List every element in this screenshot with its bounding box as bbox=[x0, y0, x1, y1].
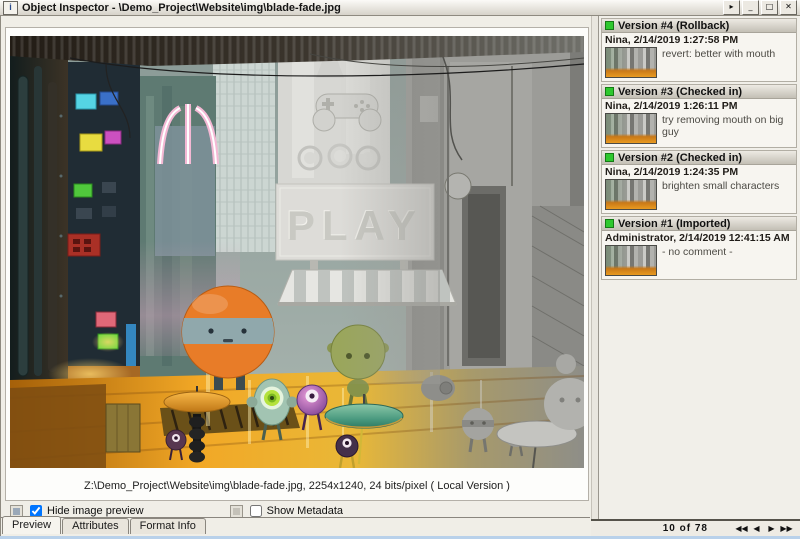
version-title: Version #2 (Checked in) bbox=[618, 152, 742, 164]
status-bar: 10 of 78 ◀◀ ◀ ▶ ▶▶ bbox=[591, 519, 800, 536]
tab-format-info[interactable]: Format Info bbox=[130, 518, 206, 534]
version-status-icon bbox=[605, 153, 614, 162]
version-card-header: Version #2 (Checked in) bbox=[602, 151, 796, 165]
version-comment: try removing mouth on big guy bbox=[662, 113, 793, 144]
metadata-icon[interactable] bbox=[230, 505, 243, 518]
version-card-body: try removing mouth on big guy bbox=[602, 112, 796, 147]
version-card[interactable]: Version #4 (Rollback) Nina, 2/14/2019 1:… bbox=[601, 18, 797, 82]
version-card[interactable]: Version #1 (Imported) Administrator, 2/1… bbox=[601, 216, 797, 280]
image-preview: PLAY PLAY bbox=[10, 36, 584, 468]
version-title: Version #3 (Checked in) bbox=[618, 86, 742, 98]
version-comment: - no comment - bbox=[662, 245, 733, 276]
version-card-header: Version #4 (Rollback) bbox=[602, 19, 796, 33]
version-thumbnail[interactable] bbox=[605, 113, 657, 144]
maximize-button[interactable]: □ bbox=[761, 0, 778, 15]
version-title: Version #4 (Rollback) bbox=[618, 20, 729, 32]
version-author-line: Nina, 2/14/2019 1:24:35 PM bbox=[602, 165, 796, 178]
object-inspector-window: { "window": { "title": "Object Inspector… bbox=[0, 0, 800, 539]
first-version-button[interactable]: ◀◀ bbox=[734, 524, 749, 533]
info-icon: i bbox=[3, 1, 18, 15]
pager-position: 10 of 78 bbox=[663, 523, 708, 534]
version-title: Version #1 (Imported) bbox=[618, 218, 730, 230]
tab-attributes[interactable]: Attributes bbox=[62, 518, 128, 534]
version-card-body: revert: better with mouth bbox=[602, 46, 796, 81]
version-card[interactable]: Version #2 (Checked in) Nina, 2/14/2019 … bbox=[601, 150, 797, 214]
rollup-button[interactable]: ▸ bbox=[723, 0, 740, 15]
pager-buttons: ◀◀ ◀ ▶ ▶▶ bbox=[734, 524, 794, 533]
minimize-button[interactable]: _ bbox=[742, 0, 759, 15]
next-version-button[interactable]: ▶ bbox=[764, 524, 779, 533]
preview-panel: PLAY PLAY bbox=[5, 27, 589, 501]
close-button[interactable]: ✕ bbox=[780, 0, 797, 15]
window-title: Object Inspector - \Demo_Project\Website… bbox=[22, 2, 341, 14]
last-version-button[interactable]: ▶▶ bbox=[779, 524, 794, 533]
version-status-icon bbox=[605, 219, 614, 228]
previous-version-button[interactable]: ◀ bbox=[749, 524, 764, 533]
window-controls: ▸ _ □ ✕ bbox=[723, 0, 797, 15]
version-history-panel: Version #4 (Rollback) Nina, 2/14/2019 1:… bbox=[599, 16, 800, 521]
version-card-header: Version #3 (Checked in) bbox=[602, 85, 796, 99]
show-metadata-label: Show Metadata bbox=[267, 505, 343, 517]
grid-building bbox=[213, 60, 275, 252]
title-bar: i Object Inspector - \Demo_Project\Websi… bbox=[0, 0, 800, 16]
version-thumbnail[interactable] bbox=[605, 47, 657, 78]
version-thumbnail[interactable] bbox=[605, 179, 657, 210]
image-info-caption: Z:\Demo_Project\Website\img\blade-fade.j… bbox=[6, 480, 588, 492]
street-ground bbox=[10, 366, 584, 468]
version-card[interactable]: Version #3 (Checked in) Nina, 2/14/2019 … bbox=[601, 84, 797, 148]
version-status-icon bbox=[605, 21, 614, 30]
version-card-header: Version #1 (Imported) bbox=[602, 217, 796, 231]
version-card-body: brighten small characters bbox=[602, 178, 796, 213]
version-author-line: Nina, 2/14/2019 1:26:11 PM bbox=[602, 99, 796, 112]
version-card-body: - no comment - bbox=[602, 244, 796, 279]
version-comment: revert: better with mouth bbox=[662, 47, 775, 78]
show-metadata-checkbox[interactable] bbox=[250, 505, 262, 517]
version-comment: brighten small characters bbox=[662, 179, 779, 210]
version-author-line: Administrator, 2/14/2019 12:41:15 AM bbox=[602, 231, 796, 244]
color-fade-overlay bbox=[340, 36, 440, 384]
version-thumbnail[interactable] bbox=[605, 245, 657, 276]
tab-bar: Preview Attributes Format Info bbox=[2, 516, 207, 534]
version-status-icon bbox=[605, 87, 614, 96]
version-author-line: Nina, 2/14/2019 1:27:58 PM bbox=[602, 33, 796, 46]
tab-preview[interactable]: Preview bbox=[2, 516, 61, 534]
panel-splitter[interactable] bbox=[591, 16, 599, 521]
